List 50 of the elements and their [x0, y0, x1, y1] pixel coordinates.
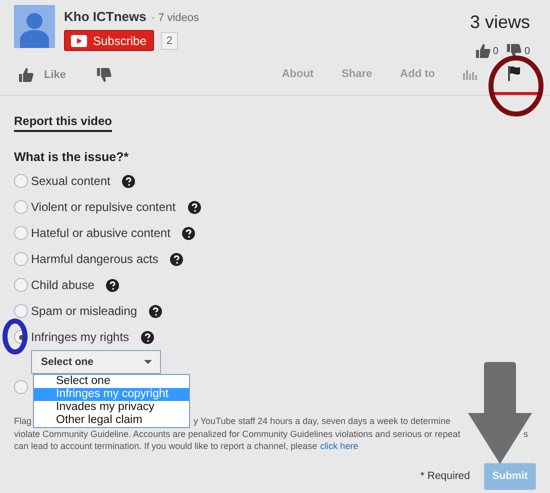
- view-count: 3 views: [470, 12, 530, 33]
- caret-icon: [144, 360, 152, 364]
- help-icon[interactable]: [149, 304, 162, 318]
- thumbs-up-icon: [474, 43, 491, 59]
- help-icon[interactable]: [188, 200, 201, 214]
- thumbs-up-icon: [18, 67, 34, 83]
- like-count: 0: [474, 43, 498, 59]
- option-label[interactable]: Hateful or abusive content: [31, 226, 170, 240]
- radio-button[interactable]: [14, 304, 28, 318]
- radio-button[interactable]: [14, 226, 28, 240]
- dropdown-option[interactable]: Other legal claim: [34, 414, 189, 427]
- option-label[interactable]: Harmful dangerous acts: [31, 252, 158, 266]
- dislike-count: 0: [506, 43, 530, 59]
- dislike-button[interactable]: [96, 67, 112, 83]
- select-dropdown[interactable]: Select one: [31, 350, 161, 374]
- required-note: * Required: [420, 470, 470, 482]
- play-icon: [71, 34, 87, 46]
- radio-button[interactable]: [14, 278, 28, 292]
- radio-button[interactable]: [14, 174, 28, 188]
- subscriber-count: 2: [161, 32, 178, 50]
- notice-text: violate Community Guideline. Accounts are penalized for Community Guidelines violations and serious or repeat: [14, 428, 460, 440]
- notice-text: can lead to account termination. If you would like to report a channel, please: [14, 440, 318, 452]
- option-label[interactable]: Sexual content: [31, 174, 110, 188]
- option-label[interactable]: Infringes my rights: [31, 330, 130, 344]
- radio-button[interactable]: [14, 200, 28, 214]
- help-icon[interactable]: [170, 252, 184, 266]
- option-label[interactable]: Spam or misleading: [31, 304, 138, 318]
- avatar: [14, 5, 55, 48]
- help-icon[interactable]: [182, 226, 196, 240]
- help-icon[interactable]: [106, 278, 120, 292]
- video-count: · 7 videos: [151, 12, 200, 24]
- dropdown-option[interactable]: Select one: [34, 375, 189, 388]
- radio-button[interactable]: [14, 252, 28, 266]
- radio-button[interactable]: [14, 380, 28, 394]
- option-label[interactable]: Violent or repulsive content: [31, 200, 176, 214]
- bar-chart-icon: [463, 68, 477, 80]
- option-label[interactable]: Child abuse: [31, 278, 94, 292]
- channel-name[interactable]: Kho ICTnews: [64, 9, 146, 24]
- click-here-link[interactable]: click here: [320, 440, 358, 452]
- help-icon[interactable]: [122, 174, 136, 188]
- notice-text: Flag: [14, 415, 32, 428]
- dropdown-option[interactable]: Invades my privacy: [34, 401, 189, 414]
- subscribe-button[interactable]: Subscribe: [64, 30, 154, 51]
- notice-text: s: [524, 428, 528, 440]
- flag-icon: [508, 66, 521, 81]
- notice-text: y YouTube staff 24 hours a day, seven days a week to determine: [194, 415, 451, 428]
- question-label: What is the issue?*: [14, 150, 130, 164]
- thumbs-down-icon: [96, 67, 112, 83]
- help-icon[interactable]: [141, 330, 154, 344]
- report-title: Report this video: [14, 114, 112, 132]
